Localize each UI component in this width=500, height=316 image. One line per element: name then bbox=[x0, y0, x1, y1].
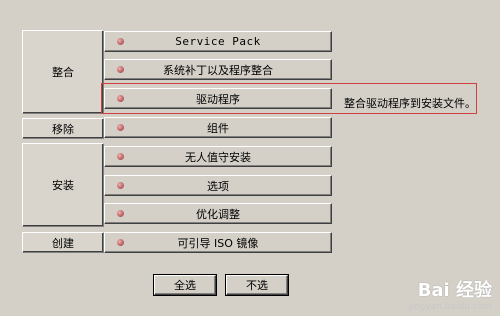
task-label: 可引导 ISO 镜像 bbox=[177, 236, 259, 250]
group-integrate: 整合 bbox=[22, 30, 104, 114]
task-label: 系统补丁以及程序整合 bbox=[163, 63, 273, 77]
status-dot-icon bbox=[117, 239, 124, 246]
status-dot-icon bbox=[117, 38, 124, 45]
task-label: Service Pack bbox=[175, 35, 261, 48]
task-label: 选项 bbox=[207, 179, 229, 193]
task-bootable-iso[interactable]: 可引导 ISO 镜像 bbox=[104, 232, 332, 253]
status-dot-icon bbox=[117, 66, 124, 73]
select-none-label: 不选 bbox=[246, 279, 268, 292]
group-create-label: 创建 bbox=[52, 236, 74, 250]
task-service-pack[interactable]: Service Pack bbox=[104, 31, 332, 52]
task-label: 无人值守安装 bbox=[185, 150, 251, 164]
task-tweaks[interactable]: 优化调整 bbox=[104, 203, 332, 224]
group-create: 创建 bbox=[22, 232, 104, 253]
select-all-button[interactable]: 全选 bbox=[154, 275, 216, 295]
select-none-button[interactable]: 不选 bbox=[226, 275, 288, 295]
status-dot-icon bbox=[117, 182, 124, 189]
group-remove: 移除 bbox=[22, 118, 104, 139]
task-unattended[interactable]: 无人值守安装 bbox=[104, 146, 332, 167]
task-label: 优化调整 bbox=[196, 207, 240, 221]
select-all-label: 全选 bbox=[174, 279, 196, 292]
watermark-url: jingyan.baidu.com bbox=[408, 302, 492, 312]
watermark: Bai 经验 jingyan.baidu.com bbox=[409, 276, 492, 312]
group-install-label: 安装 bbox=[52, 179, 74, 192]
task-description: 整合驱动程序到安装文件。 bbox=[344, 97, 476, 110]
status-dot-icon bbox=[117, 210, 124, 217]
task-components[interactable]: 组件 bbox=[104, 117, 332, 138]
task-hotfixes-addons[interactable]: 系统补丁以及程序整合 bbox=[104, 59, 332, 80]
task-options[interactable]: 选项 bbox=[104, 175, 332, 196]
group-integrate-label: 整合 bbox=[52, 66, 74, 79]
group-install: 安装 bbox=[22, 143, 104, 227]
watermark-logo: Bai 经验 bbox=[417, 280, 492, 301]
status-dot-icon bbox=[117, 153, 124, 160]
group-remove-label: 移除 bbox=[52, 122, 74, 136]
task-label: 组件 bbox=[207, 121, 229, 135]
status-dot-icon bbox=[117, 124, 124, 131]
